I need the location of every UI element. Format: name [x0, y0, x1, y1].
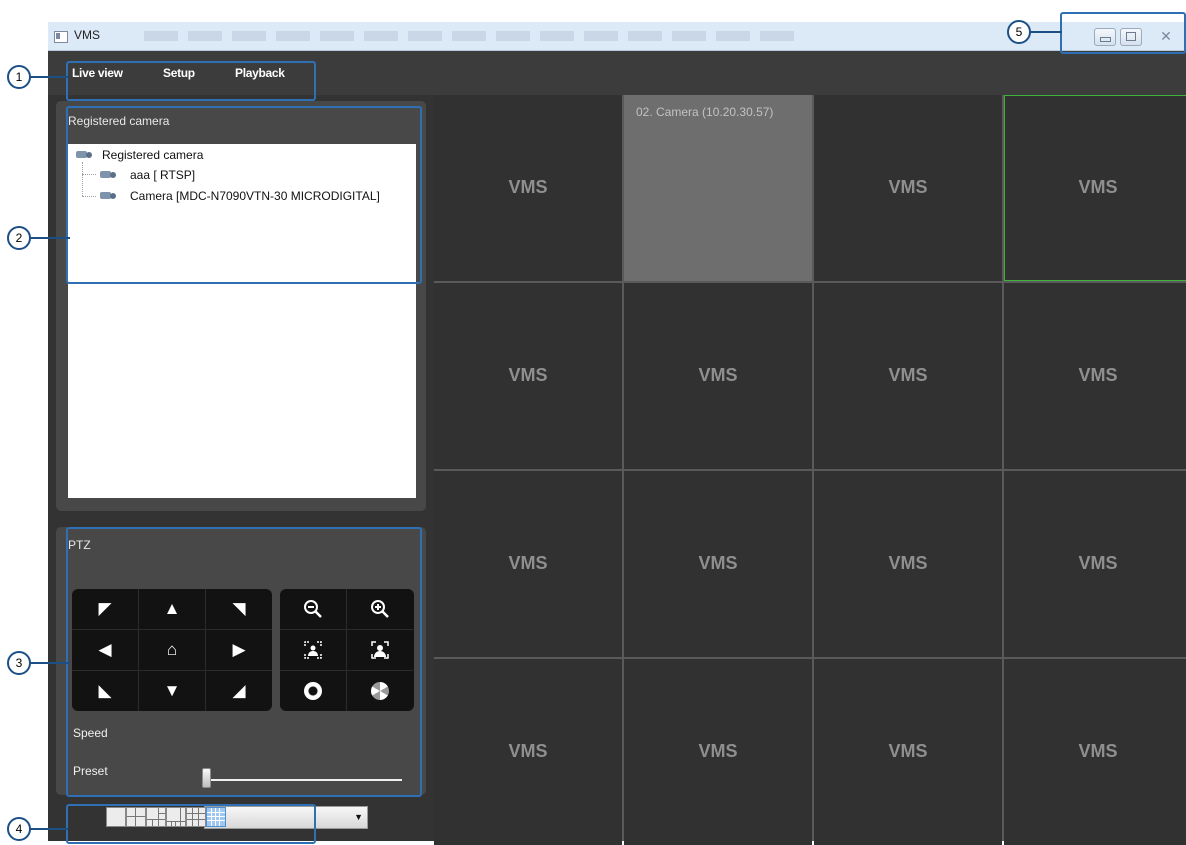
- callout-box-window-controls: [1060, 12, 1186, 54]
- no-signal-label: VMS: [888, 177, 928, 197]
- video-cell[interactable]: VMS: [1004, 95, 1186, 281]
- title-bar-tabs: [144, 31, 804, 41]
- video-cell[interactable]: VMS: [1004, 471, 1186, 657]
- video-cell[interactable]: VMS: [624, 471, 812, 657]
- video-grid: VMS 02. Camera (10.20.30.57) VMS VMS VMS VMS V…: [434, 95, 1186, 845]
- video-cell[interactable]: VMS: [434, 95, 622, 281]
- video-cell[interactable]: VMS: [814, 471, 1002, 657]
- no-signal-label: VMS: [888, 741, 928, 761]
- callout-box-ptz: [66, 527, 422, 797]
- no-signal-label: VMS: [1078, 365, 1118, 385]
- video-cell[interactable]: VMS: [1004, 659, 1186, 845]
- callout-leader: [1030, 31, 1062, 33]
- no-signal-label: VMS: [888, 365, 928, 385]
- video-cell[interactable]: VMS: [814, 659, 1002, 845]
- no-signal-label: VMS: [698, 741, 738, 761]
- callout-box-layout: [66, 804, 316, 844]
- no-signal-label: VMS: [508, 177, 548, 197]
- window-title: VMS: [74, 28, 101, 42]
- no-signal-label: VMS: [508, 553, 548, 573]
- callout-badge-4: 4: [7, 817, 31, 841]
- no-signal-label: VMS: [1078, 553, 1118, 573]
- callout-badge-5: 5: [1007, 20, 1031, 44]
- callout-leader: [28, 76, 68, 78]
- video-cell[interactable]: VMS: [434, 471, 622, 657]
- callout-badge-1: 1: [7, 65, 31, 89]
- callout-box-menu: [66, 61, 316, 101]
- callout-leader: [28, 237, 70, 239]
- callout-badge-2: 2: [7, 226, 31, 250]
- video-cell[interactable]: VMS: [624, 283, 812, 469]
- no-signal-label: VMS: [1078, 741, 1118, 761]
- no-signal-label: VMS: [698, 365, 738, 385]
- no-signal-label: VMS: [888, 553, 928, 573]
- callout-leader: [28, 828, 68, 830]
- callout-leader: [28, 662, 70, 664]
- chevron-down-icon: ▼: [354, 812, 363, 822]
- video-cell[interactable]: VMS: [624, 659, 812, 845]
- camera-caption: 02. Camera (10.20.30.57): [636, 105, 774, 119]
- video-cell[interactable]: 02. Camera (10.20.30.57): [624, 95, 812, 281]
- video-cell[interactable]: VMS: [434, 659, 622, 845]
- video-cell[interactable]: VMS: [1004, 283, 1186, 469]
- callout-box-camera-list: [66, 106, 422, 284]
- video-cell[interactable]: VMS: [434, 283, 622, 469]
- no-signal-label: VMS: [508, 365, 548, 385]
- no-signal-label: VMS: [508, 741, 548, 761]
- no-signal-label: VMS: [698, 553, 738, 573]
- no-signal-label: VMS: [1078, 177, 1118, 197]
- app-icon: [54, 31, 68, 43]
- callout-badge-3: 3: [7, 651, 31, 675]
- video-cell[interactable]: VMS: [814, 283, 1002, 469]
- video-cell[interactable]: VMS: [814, 95, 1002, 281]
